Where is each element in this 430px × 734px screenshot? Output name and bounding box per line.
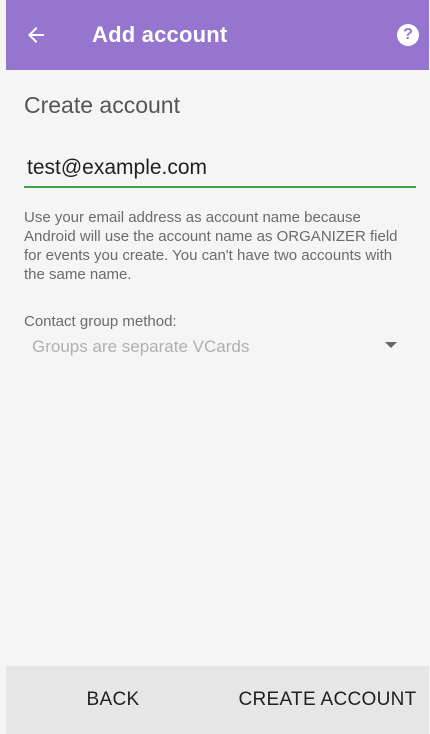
- dropdown-arrow-icon: [385, 342, 397, 348]
- create-account-button[interactable]: CREATE ACCOUNT: [226, 666, 429, 734]
- account-name-help-text: Use your email address as account name b…: [24, 209, 398, 283]
- input-underline: [24, 186, 416, 188]
- section-title: Create account: [24, 92, 180, 118]
- add-account-screen: Add account ? Create account test@exampl…: [0, 0, 430, 734]
- help-glyph: ?: [403, 26, 413, 43]
- page-title: Add account: [92, 22, 228, 47]
- bottom-action-bar: BACK CREATE ACCOUNT: [6, 666, 429, 734]
- contact-group-value: Groups are separate VCards: [32, 337, 250, 356]
- app-bar: Add account ?: [6, 0, 429, 70]
- contact-group-select[interactable]: Groups are separate VCards: [24, 330, 416, 360]
- contact-group-label: Contact group method:: [24, 313, 177, 330]
- account-name-value: test@example.com: [27, 156, 208, 179]
- account-name-input[interactable]: test@example.com: [24, 152, 416, 188]
- help-circle-icon[interactable]: ?: [397, 24, 419, 46]
- arrow-left-icon[interactable]: [24, 23, 48, 47]
- back-button[interactable]: BACK: [58, 666, 168, 734]
